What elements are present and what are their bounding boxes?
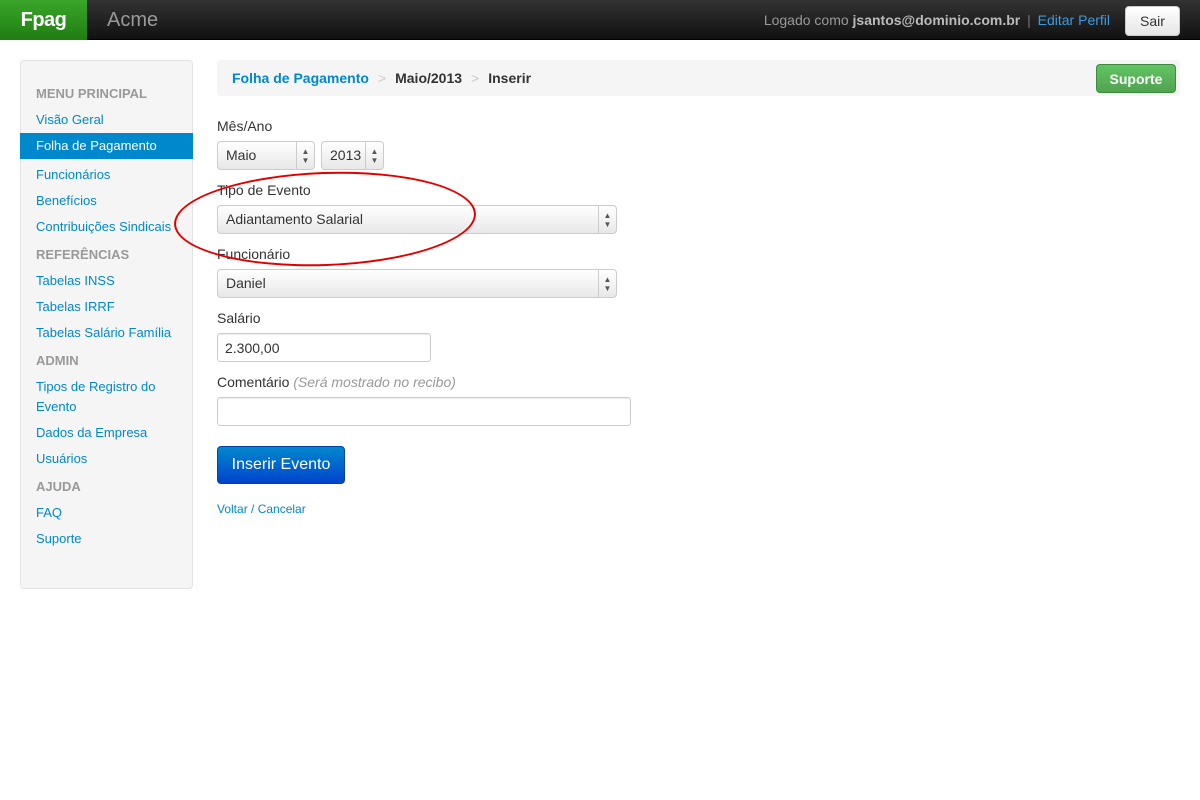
breadcrumb-period: Maio/2013: [395, 70, 463, 86]
year-select[interactable]: 2013 ▲ ▼: [321, 141, 384, 170]
brand-logo[interactable]: Fpag: [0, 0, 87, 40]
salary-input[interactable]: [217, 333, 431, 362]
breadcrumb-folha-de-pagamento[interactable]: Folha de Pagamento: [232, 70, 369, 86]
nav-separator: |: [1027, 12, 1031, 28]
sidebar-item-tabelas-salario-familia[interactable]: Tabelas Salário Família: [21, 323, 192, 343]
event-type-label: Tipo de Evento: [217, 182, 311, 198]
event-type-select[interactable]: Adiantamento Salarial ▲ ▼: [217, 205, 617, 234]
employee-select-value: Daniel: [226, 275, 266, 291]
year-select-value: 2013: [330, 147, 362, 163]
sidebar-item-suporte[interactable]: Suporte: [21, 529, 192, 549]
breadcrumb-divider: >: [377, 70, 387, 86]
sidebar-item-tabelas-inss[interactable]: Tabelas INSS: [21, 271, 192, 291]
breadcrumb-current: Inserir: [488, 70, 532, 86]
select-arrows-icon: ▲ ▼: [598, 270, 616, 297]
sidebar-item-faq[interactable]: FAQ: [21, 503, 192, 523]
comment-label-wrapper: Comentário (Será mostrado no recibo): [217, 374, 456, 390]
comment-label: Comentário: [217, 374, 290, 390]
breadcrumb: Folha de Pagamento > Maio/2013 > Inserir Sup…: [217, 60, 1180, 96]
employee-label: Funcionário: [217, 246, 291, 262]
month-year-label: Mês/Ano: [217, 118, 273, 134]
sidebar-item-usuarios[interactable]: Usuários: [21, 449, 192, 469]
user-email: jsantos@dominio.com.br: [852, 12, 1021, 28]
salary-label: Salário: [217, 310, 261, 326]
sidebar-header-admin: ADMIN: [36, 353, 79, 368]
breadcrumb-divider: >: [471, 70, 480, 86]
sidebar-item-contribuicoes-sindicais[interactable]: Contribuições Sindicais: [21, 217, 192, 237]
edit-profile-link[interactable]: Editar Perfil: [1038, 12, 1110, 28]
back-cancel-link[interactable]: Voltar / Cancelar: [217, 502, 306, 516]
sidebar-header-main: MENU PRINCIPAL: [36, 86, 147, 101]
sidebar-item-beneficios[interactable]: Benefícios: [21, 191, 192, 211]
logout-button[interactable]: Sair: [1125, 6, 1180, 36]
month-select-value: Maio: [226, 147, 257, 163]
sidebar-item-tabelas-irrf[interactable]: Tabelas IRRF: [21, 297, 192, 317]
select-arrows-icon: ▲ ▼: [598, 206, 616, 233]
sidebar-menu: MENU PRINCIPAL Visão Geral Folha de Paga…: [20, 60, 193, 589]
sidebar-header-ajuda: AJUDA: [36, 479, 81, 494]
comment-input[interactable]: [217, 397, 631, 426]
employee-select[interactable]: Daniel ▲ ▼: [217, 269, 617, 298]
company-name: Acme: [107, 9, 159, 31]
event-type-select-value: Adiantamento Salarial: [226, 211, 363, 227]
sidebar-item-visao-geral[interactable]: Visão Geral: [21, 110, 192, 130]
select-arrows-icon: ▲ ▼: [296, 142, 314, 169]
insert-event-button[interactable]: Inserir Evento: [217, 446, 345, 484]
logged-as-label: Logado como: [763, 12, 849, 28]
sidebar-item-funcionarios[interactable]: Funcionários: [21, 165, 192, 185]
sidebar-item-tipos-de-registro[interactable]: Tipos de Registro do Evento: [21, 377, 192, 417]
select-arrows-icon: ▲ ▼: [365, 142, 383, 169]
comment-hint: (Será mostrado no recibo): [293, 374, 456, 390]
top-navbar: Fpag Acme Logado como jsantos@dominio.co…: [0, 0, 1200, 40]
sidebar-header-referencias: REFERÊNCIAS: [36, 247, 130, 262]
sidebar-item-dados-da-empresa[interactable]: Dados da Empresa: [21, 423, 192, 443]
sidebar-item-folha-de-pagamento[interactable]: Folha de Pagamento: [20, 133, 193, 159]
month-select[interactable]: Maio ▲ ▼: [217, 141, 315, 170]
user-info: Logado como jsantos@dominio.com.br | Edi…: [764, 0, 1110, 40]
support-button[interactable]: Suporte: [1096, 64, 1176, 93]
